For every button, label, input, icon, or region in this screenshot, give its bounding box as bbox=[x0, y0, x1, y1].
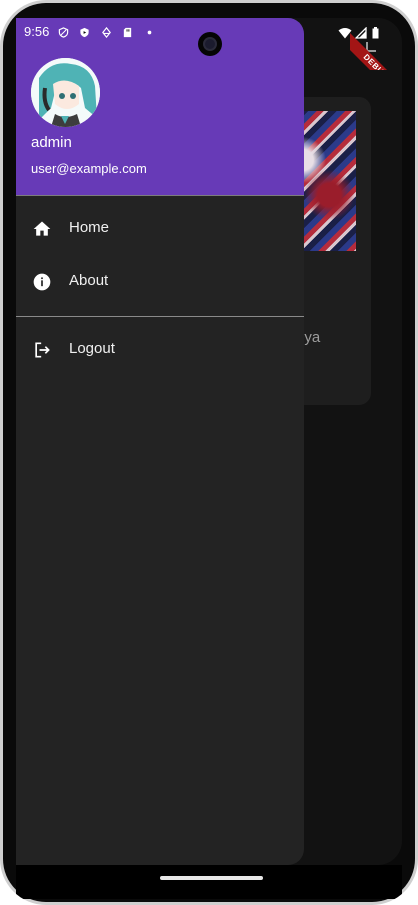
vpn-icon bbox=[102, 27, 111, 38]
phone-frame: ng arganya tan admin user@example.com bbox=[0, 0, 418, 905]
front-camera bbox=[198, 32, 222, 56]
logout-icon bbox=[35, 342, 50, 358]
drawer-item-label: Home bbox=[69, 219, 110, 236]
navigation-bar bbox=[16, 865, 402, 899]
home-icon bbox=[33, 221, 51, 236]
drawer-item-home[interactable]: Home bbox=[16, 203, 304, 255]
dot-icon bbox=[147, 30, 152, 35]
avatar-image bbox=[31, 58, 100, 127]
drawer-item-logout[interactable]: Logout bbox=[16, 324, 304, 376]
shield-icon bbox=[58, 27, 69, 38]
avatar[interactable] bbox=[31, 58, 100, 127]
play-protect-icon bbox=[80, 27, 89, 38]
debug-banner-label: DEBUG bbox=[350, 31, 402, 70]
status-time: 9:56 bbox=[24, 24, 50, 39]
sd-card-icon bbox=[123, 27, 132, 38]
debug-banner: DEBUG bbox=[350, 18, 402, 70]
drawer-item-about[interactable]: About bbox=[16, 256, 304, 308]
info-icon bbox=[33, 273, 51, 291]
drawer-item-label: About bbox=[69, 272, 109, 289]
drawer-divider bbox=[16, 316, 304, 317]
drawer-item-label: Logout bbox=[69, 340, 115, 357]
account-email: user@example.com bbox=[31, 161, 147, 176]
account-name: admin bbox=[31, 134, 72, 151]
home-gesture-handle[interactable] bbox=[160, 876, 263, 880]
navigation-drawer: admin user@example.com Home About Logout bbox=[16, 18, 304, 865]
